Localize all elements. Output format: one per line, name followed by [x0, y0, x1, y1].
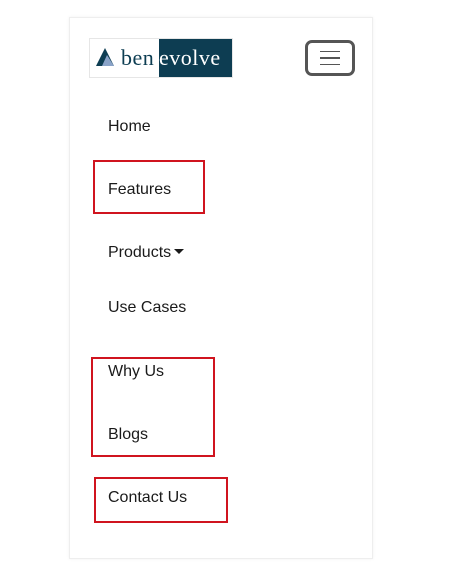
hamburger-menu-icon: [320, 57, 340, 59]
nav-item-why-us[interactable]: Why Us: [108, 363, 164, 381]
brand-text-left: ben: [121, 45, 155, 70]
mountain-triangle-icon: [96, 48, 114, 66]
nav-item-contact-us[interactable]: Contact Us: [108, 489, 187, 507]
nav-item-blogs[interactable]: Blogs: [108, 426, 148, 444]
brand-logo[interactable]: ben evolve: [89, 38, 233, 78]
caret-down-icon: [174, 249, 185, 254]
navbar-toggler-button[interactable]: [305, 40, 355, 76]
logo-left-part: ben: [90, 39, 159, 77]
mobile-nav-panel: [69, 17, 373, 559]
nav-item-use-cases[interactable]: Use Cases: [108, 299, 186, 317]
nav-item-home[interactable]: Home: [108, 118, 151, 136]
brand-text-right: evolve: [159, 45, 221, 70]
hamburger-menu-icon: [320, 63, 340, 66]
nav-item-features[interactable]: Features: [108, 181, 171, 199]
hamburger-menu-icon: [320, 50, 340, 53]
logo-right-part: evolve: [159, 39, 232, 77]
nav-item-products-label: Products: [108, 244, 172, 261]
nav-item-products[interactable]: Products: [108, 244, 185, 262]
